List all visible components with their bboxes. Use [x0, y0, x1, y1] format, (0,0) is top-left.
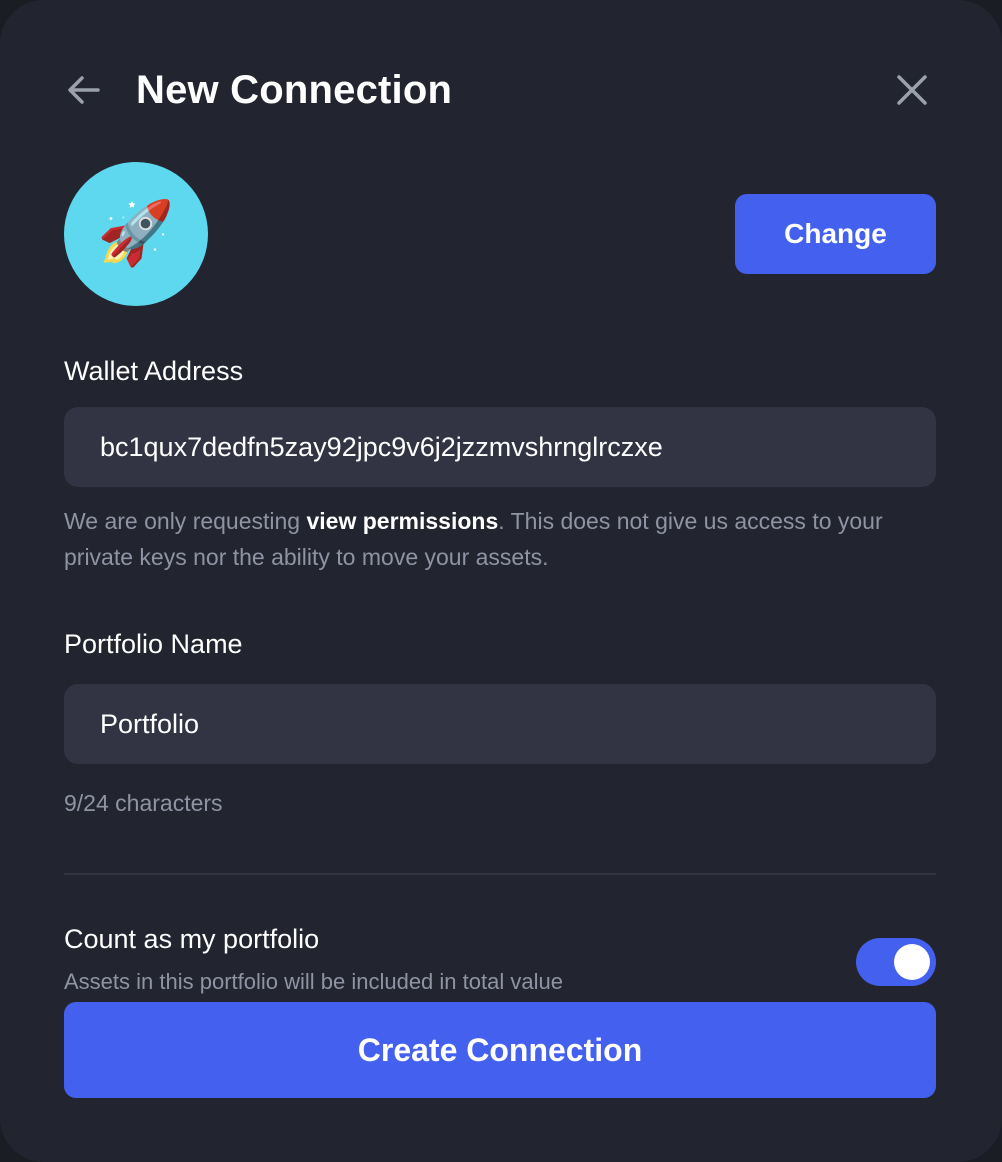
portfolio-name-value: Portfolio: [100, 708, 200, 739]
arrow-left-icon: [68, 76, 100, 104]
page-title: New Connection: [136, 68, 453, 112]
divider: [64, 873, 936, 875]
change-avatar-button[interactable]: Change: [735, 194, 936, 274]
permission-note-prefix: We are only requesting: [64, 508, 307, 534]
wallet-address-value: bc1qux7dedfn5zay92jpc9v6j2jzzmvshrnglrcz…: [100, 431, 663, 462]
create-connection-button[interactable]: Create Connection: [64, 1002, 936, 1098]
portfolio-char-count: 9/24 characters: [64, 790, 223, 816]
wallet-address-input[interactable]: bc1qux7dedfn5zay92jpc9v6j2jzzmvshrnglrcz…: [64, 407, 936, 487]
wallet-address-label: Wallet Address: [64, 356, 244, 386]
close-icon: [897, 75, 927, 105]
wallet-permission-note: We are only requesting view permissions.…: [64, 503, 936, 575]
toggle-knob: [894, 944, 930, 980]
rocket-icon: 🚀: [97, 199, 175, 268]
count-as-portfolio-title: Count as my portfolio: [64, 924, 320, 954]
portfolio-name-label: Portfolio Name: [64, 629, 243, 659]
portfolio-avatar: 🚀: [64, 162, 208, 306]
modal-header: New Connection: [64, 60, 936, 120]
close-button[interactable]: [892, 70, 932, 110]
portfolio-name-input[interactable]: Portfolio: [64, 684, 936, 764]
count-as-portfolio-subtitle: Assets in this portfolio will be include…: [64, 969, 563, 994]
new-connection-modal: New Connection 🚀 Change Wallet Address b…: [0, 0, 1002, 1162]
count-as-portfolio-toggle[interactable]: [856, 938, 936, 986]
view-permissions-text: view permissions: [306, 508, 499, 534]
back-button[interactable]: [64, 70, 104, 110]
